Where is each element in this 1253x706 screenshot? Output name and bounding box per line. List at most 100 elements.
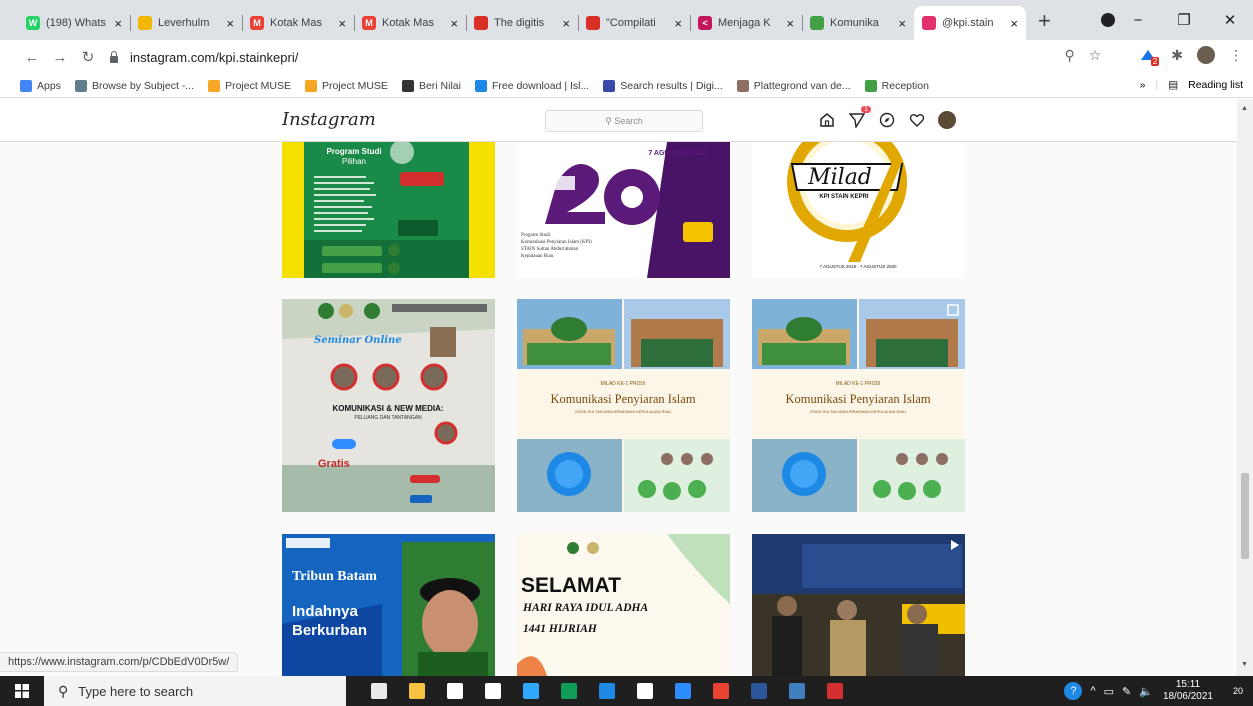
profile-icon[interactable] <box>1101 13 1115 27</box>
browser-tab[interactable]: M Kotak Mas × <box>354 6 466 40</box>
close-tab-icon[interactable]: × <box>898 16 906 31</box>
post-kpi-26[interactable]: 7 AGUSTUS 2020 Program Studi Komunikasi … <box>517 142 730 278</box>
bookmarks-bar: Apps Browse by Subject -... Project MUSE Pr… <box>0 74 1253 98</box>
chevron-up-icon[interactable]: ^ <box>1090 685 1095 697</box>
scroll-up-icon[interactable]: ▲ <box>1241 105 1248 112</box>
tab-favicon-icon <box>922 16 936 30</box>
taskbar-search[interactable]: ⚲ Type here to search <box>44 676 346 706</box>
browser-tab[interactable]: < Menjaga K × <box>690 6 802 40</box>
post-image: MILAD KE-1 PRODI Komunikasi Penyiaran Is… <box>752 299 965 512</box>
bookmark-item[interactable]: Browse by Subject -... <box>74 79 194 92</box>
heart-icon[interactable] <box>908 111 926 129</box>
taskbar-app-icon[interactable] <box>626 676 664 706</box>
reading-list-button[interactable]: Reading list <box>1188 79 1243 91</box>
close-tab-icon[interactable]: × <box>674 16 682 31</box>
bookmark-item[interactable]: Search results | Digi... <box>603 79 723 92</box>
reading-list-icon[interactable]: ▤ <box>1168 79 1178 91</box>
close-tab-icon[interactable]: × <box>226 16 234 31</box>
zoom-icon[interactable]: ⚲ <box>1064 47 1074 64</box>
browser-tab[interactable]: Komunika × <box>802 6 914 40</box>
new-tab-button[interactable]: + <box>1026 8 1063 40</box>
restore-button[interactable]: ❐ <box>1161 11 1207 29</box>
browser-tab[interactable]: Leverhulm × <box>130 6 242 40</box>
post-tribun[interactable]: Tribun Batam Indahnya Berkurban <box>282 534 495 676</box>
forward-button[interactable]: → <box>46 49 74 66</box>
post-seminar[interactable]: Seminar Online KOMUNIKASI & NEW MEDIA: P… <box>282 299 495 512</box>
clock-time: 15:11 <box>1175 679 1201 690</box>
post-milad[interactable]: Milad KPI STAIN KEPRI 7 AGUSTUS 2019 - 7… <box>752 142 965 278</box>
post-milad-prodi-1[interactable]: MILAD KE-1 PRODI Komunikasi Penyiaran Is… <box>517 299 730 512</box>
taskbar-app-icon[interactable] <box>740 676 778 706</box>
avatar[interactable] <box>1197 46 1215 64</box>
bookmark-item[interactable]: Free download | Isl... <box>474 79 589 92</box>
search-input[interactable]: ⚲ Search <box>545 110 703 132</box>
bookmark-icon <box>305 79 317 92</box>
post-seminar-subtopic: PELUANG DAN TANTANGAN <box>354 415 422 421</box>
reload-button[interactable]: ↻ <box>74 48 102 66</box>
page-scrollbar[interactable]: ▲ ▼ <box>1237 99 1253 676</box>
browser-tab[interactable]: "Compilati × <box>578 6 690 40</box>
bookmark-item[interactable]: Apps <box>20 79 61 92</box>
bookmark-item[interactable]: Project MUSE <box>208 79 291 92</box>
taskbar-app-icon[interactable] <box>588 676 626 706</box>
close-tab-icon[interactable]: × <box>786 16 794 31</box>
bookmarks-overflow-button[interactable]: » <box>1140 79 1146 91</box>
close-window-button[interactable]: ✕ <box>1207 11 1253 29</box>
post-prodi-pilihan[interactable]: Program Studi Pilihan <box>282 142 495 278</box>
bookmark-item[interactable]: Plattegrond van de... <box>736 79 851 92</box>
browser-tab[interactable]: W (198) Whats × <box>18 6 130 40</box>
instagram-logo[interactable]: Instagram <box>282 109 376 130</box>
post-idul-adha[interactable]: SELAMAT HARI RAYA IDUL ADHA 1441 HIJRIAH <box>517 534 730 676</box>
bookmark-icon <box>474 79 487 92</box>
taskbar-app-icon[interactable] <box>474 676 512 706</box>
taskbar-app-icon[interactable] <box>436 676 474 706</box>
taskbar-app-icon[interactable] <box>816 676 854 706</box>
taskbar-app-icon[interactable] <box>550 676 588 706</box>
bookmark-star-icon[interactable]: ☆ <box>1089 47 1102 64</box>
pen-icon[interactable]: ✎ <box>1122 685 1131 698</box>
close-tab-icon[interactable]: × <box>338 16 346 31</box>
bookmark-item[interactable]: Beri Nilai <box>401 79 461 92</box>
puzzle-icon[interactable]: ✱ <box>1171 47 1183 64</box>
address-bar[interactable]: instagram.com/kpi.stainkepri/ <box>108 44 1124 70</box>
browser-tab[interactable]: M Kotak Mas × <box>242 6 354 40</box>
profile-avatar[interactable] <box>938 111 956 129</box>
post-photo-event[interactable] <box>752 534 965 676</box>
explore-icon[interactable] <box>878 111 896 129</box>
home-icon[interactable] <box>818 111 836 129</box>
close-tab-icon[interactable]: × <box>562 16 570 31</box>
taskbar-app-icon[interactable] <box>778 676 816 706</box>
close-tab-icon[interactable]: × <box>450 16 458 31</box>
extension-icon[interactable]: 2 <box>1139 46 1160 66</box>
menu-icon[interactable]: ⋮ <box>1229 47 1243 64</box>
taskbar-app-icon[interactable] <box>664 676 702 706</box>
tab-title: Menjaga K <box>718 17 771 29</box>
help-icon[interactable]: ? <box>1064 682 1083 700</box>
clock[interactable]: 15:11 18/06/2021 <box>1153 679 1223 703</box>
bookmark-icon <box>736 79 749 92</box>
post-adha-title: SELAMAT <box>521 574 621 597</box>
minimize-button[interactable]: − <box>1115 12 1161 29</box>
action-center-button[interactable]: 20 <box>1223 676 1253 706</box>
taskbar-app-icon[interactable] <box>702 676 740 706</box>
post-milad-prodi-2[interactable]: MILAD KE-1 PRODI Komunikasi Penyiaran Is… <box>752 299 965 512</box>
close-tab-icon[interactable]: × <box>114 16 122 31</box>
back-button[interactable]: ← <box>18 49 46 66</box>
scroll-down-icon[interactable]: ▼ <box>1241 661 1248 668</box>
browser-tab[interactable]: @kpi.stain × <box>914 6 1026 40</box>
lock-icon[interactable] <box>108 51 120 63</box>
post-tribun-masthead: Tribun Batam <box>292 569 377 584</box>
direct-message-icon[interactable]: 1 <box>848 106 871 129</box>
network-icon[interactable]: ▭ <box>1104 685 1114 698</box>
start-button[interactable] <box>0 676 44 706</box>
post-image: Milad KPI STAIN KEPRI 7 AGUSTUS 2019 - 7… <box>787 142 907 269</box>
scrollbar-thumb[interactable] <box>1241 473 1249 559</box>
bookmark-item[interactable]: Reception <box>864 79 929 92</box>
taskbar-app-icon[interactable] <box>398 676 436 706</box>
taskbar-app-icon[interactable] <box>360 676 398 706</box>
volume-icon[interactable]: 🔈 <box>1139 685 1153 698</box>
browser-tab[interactable]: The digitis × <box>466 6 578 40</box>
taskbar-app-icon[interactable] <box>512 676 550 706</box>
close-tab-icon[interactable]: × <box>1010 16 1018 31</box>
bookmark-item[interactable]: Project MUSE <box>305 79 388 92</box>
